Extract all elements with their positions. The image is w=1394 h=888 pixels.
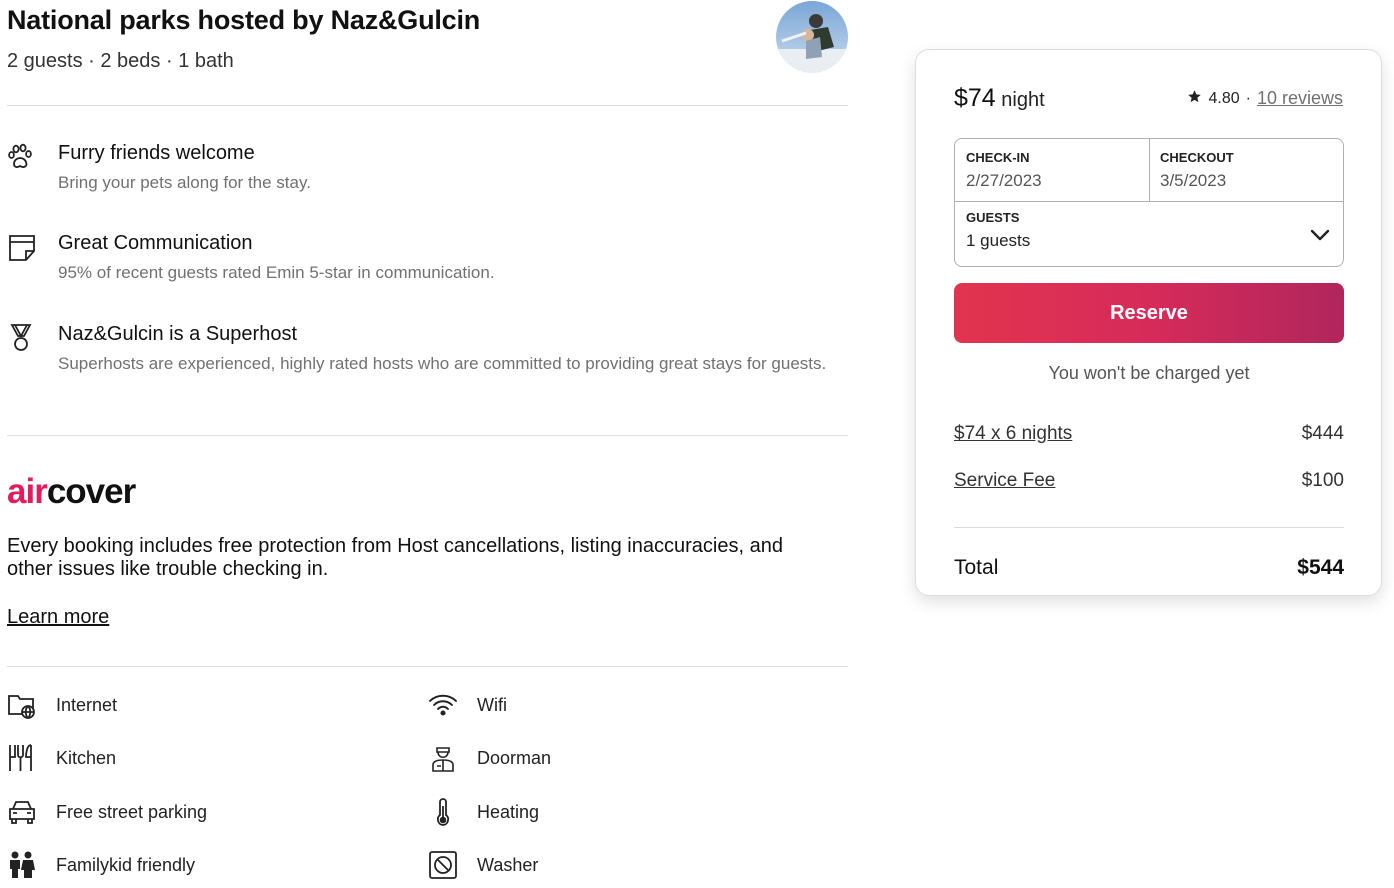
price-line-item: $74 x 6 nights $444 — [954, 423, 1344, 445]
amenity-family: Familykid friendly — [7, 850, 195, 880]
amenity-label: Washer — [477, 854, 539, 875]
booking-card: $74 night 4.80 · 10 reviews CHECK-IN 2/2… — [915, 49, 1382, 596]
amenity-label: Wifi — [477, 694, 507, 715]
total-label: Total — [954, 556, 999, 579]
doorman-icon — [428, 743, 458, 773]
amenity-label: Doorman — [477, 747, 552, 768]
total-value: $544 — [1297, 556, 1344, 579]
checkin-value: 2/27/2023 — [966, 171, 1042, 190]
feature-title: Furry friends welcome — [58, 142, 255, 164]
section-divider — [7, 105, 848, 106]
nights-breakdown-link[interactable]: $74 x 6 nights — [954, 423, 1072, 445]
family-icon — [7, 850, 37, 880]
line-item-value: $444 — [1301, 423, 1344, 444]
amenity-label: Internet — [56, 694, 118, 715]
chevron-down-icon — [1310, 228, 1330, 247]
guests-select[interactable]: GUESTS 1 guests — [966, 210, 1334, 260]
amenity-label: Familykid friendly — [56, 854, 196, 875]
price-line-item: Service Fee $100 — [954, 470, 1344, 492]
price-amount: $74 — [954, 84, 996, 112]
feature-title: Naz&Gulcin is a Superhost — [58, 323, 298, 345]
internet-folder-icon — [7, 690, 37, 720]
guests-label: GUESTS — [966, 210, 1020, 225]
rating-separator: · — [1245, 89, 1251, 107]
listing-title: National parks hosted by Naz&Gulcin — [7, 5, 481, 35]
car-icon — [7, 797, 37, 827]
line-item-value: $100 — [1301, 470, 1344, 491]
section-divider — [7, 435, 848, 436]
checkin-label: CHECK-IN — [966, 150, 1030, 165]
reserve-button[interactable]: Reserve — [954, 283, 1344, 343]
total-row: Total $544 — [954, 556, 1344, 580]
price-unit: night — [1001, 89, 1045, 111]
rating-summary: 4.80 · 10 reviews — [1187, 88, 1343, 109]
amenity-washer: Washer — [428, 850, 538, 880]
aircover-logo: aircover — [7, 472, 136, 512]
date-guest-picker: CHECK-IN 2/27/2023 CHECKOUT 3/5/2023 GUE… — [954, 138, 1344, 267]
picker-divider — [1149, 139, 1150, 201]
amenity-internet: Internet — [7, 690, 117, 720]
amenity-kitchen: Kitchen — [7, 743, 116, 773]
section-divider — [7, 666, 848, 667]
feature-description: 95% of recent guests rated Emin 5-star i… — [58, 263, 495, 282]
star-icon — [1187, 89, 1202, 109]
washer-icon — [428, 850, 458, 880]
amenity-label: Heating — [477, 801, 540, 822]
calendar-note-icon — [7, 232, 37, 262]
amenity-label: Kitchen — [56, 747, 117, 768]
feature-description: Bring your pets along for the stay. — [58, 173, 311, 192]
kitchen-utensils-icon — [7, 743, 37, 773]
service-fee-link[interactable]: Service Fee — [954, 470, 1055, 492]
nightly-price: $74 night — [954, 84, 1045, 113]
amenity-doorman: Doorman — [428, 743, 551, 773]
aircover-description: Every booking includes free protection f… — [7, 535, 783, 580]
checkout-field[interactable]: CHECKOUT 3/5/2023 — [1160, 150, 1234, 191]
no-charge-note: You won't be charged yet — [1048, 363, 1250, 383]
amenity-wifi: Wifi — [428, 690, 507, 720]
wifi-icon — [428, 690, 458, 720]
aircover-logo-air: air — [7, 472, 48, 511]
amenity-label: Free street parking — [56, 801, 208, 822]
thermometer-icon — [428, 797, 458, 827]
total-divider — [954, 527, 1344, 528]
checkout-value: 3/5/2023 — [1160, 171, 1227, 190]
checkin-field[interactable]: CHECK-IN 2/27/2023 — [966, 150, 1042, 191]
paw-icon — [7, 142, 37, 172]
host-avatar[interactable] — [776, 1, 848, 73]
listing-summary: 2 guests · 2 beds · 1 bath — [7, 50, 234, 72]
checkout-label: CHECKOUT — [1160, 150, 1234, 165]
amenity-heating: Heating — [428, 797, 539, 827]
rating-value: 4.80 — [1208, 89, 1240, 107]
guests-value: 1 guests — [966, 231, 1031, 250]
feature-description: Superhosts are experienced, highly rated… — [58, 354, 827, 373]
amenity-parking: Free street parking — [7, 797, 207, 827]
aircover-logo-cover: cover — [46, 472, 136, 511]
reviews-link[interactable]: 10 reviews — [1257, 88, 1343, 109]
picker-divider — [955, 201, 1343, 202]
learn-more-link[interactable]: Learn more — [7, 606, 109, 629]
feature-title: Great Communication — [58, 232, 253, 254]
superhost-medal-icon — [7, 323, 37, 353]
